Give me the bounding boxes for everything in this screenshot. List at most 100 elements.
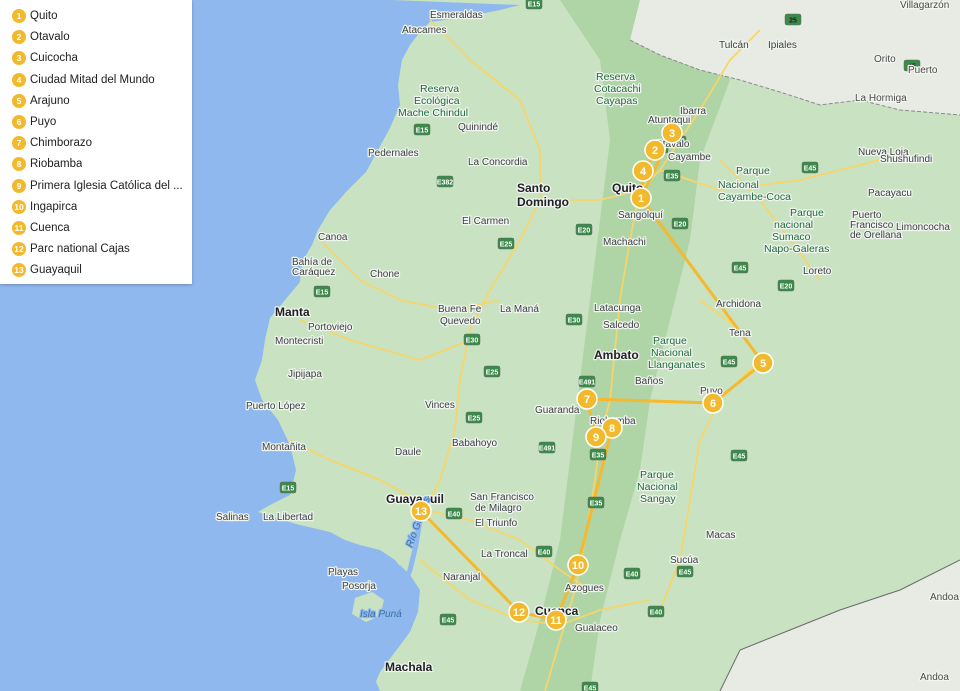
highway-shield-label: E491 <box>579 380 595 387</box>
highway-shield-label: E25 <box>486 370 499 377</box>
legend-item[interactable]: 4 Ciudad Mitad del Mundo <box>12 70 184 90</box>
route-marker[interactable]: 2 <box>644 139 666 161</box>
legend-number-badge: 4 <box>12 72 26 87</box>
legend-number-badge: 7 <box>12 136 26 151</box>
highway-shield-label: E15 <box>316 290 329 297</box>
highway-shield-label: E45 <box>679 570 692 577</box>
park-label: Cayapas <box>596 95 637 107</box>
city-label: Latacunga <box>594 303 641 314</box>
legend-item-label: Arajuno <box>30 94 70 107</box>
legend-item-label: Parc national Cajas <box>30 243 130 256</box>
route-marker[interactable]: 4 <box>632 160 654 182</box>
city-label: de Milagro <box>475 503 522 514</box>
legend-item[interactable]: 6 Puyo <box>12 112 184 132</box>
city-label: Ibarra <box>680 106 707 117</box>
legend-item[interactable]: 13 Guayaquil <box>12 260 184 280</box>
route-marker-number: 3 <box>669 128 675 140</box>
city-label: El Triunfo <box>475 518 518 529</box>
legend-item-label: Primera Iglesia Católica del ... <box>30 179 183 192</box>
neighbor-town-label: Orito <box>874 54 896 65</box>
highway-shield: E491 <box>538 441 555 454</box>
route-marker[interactable]: 9 <box>585 426 607 448</box>
highway-shield-label: E25 <box>500 242 513 249</box>
highway-shield-label: E45 <box>804 166 817 173</box>
legend-item[interactable]: 10 Ingapirca <box>12 197 184 217</box>
park-label: Nacional <box>718 179 759 191</box>
legend-number-badge: 6 <box>12 115 26 129</box>
highway-shield: E20 <box>671 217 689 230</box>
highway-shield: E25 <box>497 237 515 250</box>
park-label: Nacional <box>651 347 692 359</box>
city-label: Domingo <box>517 195 569 209</box>
highway-shield-label: E35 <box>592 453 605 460</box>
route-marker[interactable]: 6 <box>702 392 724 414</box>
city-label: La Libertad <box>263 512 313 523</box>
water-label: Isla Puná <box>360 609 402 620</box>
legend-item[interactable]: 12 Parc national Cajas <box>12 239 184 259</box>
route-marker-number: 9 <box>593 432 599 444</box>
route-marker[interactable]: 13 <box>410 500 432 522</box>
city-label: Sangolquí <box>618 210 663 221</box>
park-label: nacional <box>774 219 813 231</box>
legend-panel: 1 Quito 2 Otavalo 3 Cuicocha 4 Ciudad Mitad del… <box>0 0 192 284</box>
highway-shield-label: E40 <box>650 610 663 617</box>
legend-number-badge: 2 <box>12 30 26 45</box>
highway-shield-label: E45 <box>584 686 597 691</box>
legend-item-label: Otavalo <box>30 31 70 44</box>
city-label: Baños <box>635 376 663 387</box>
legend-item[interactable]: 5 Arajuno <box>12 91 184 111</box>
city-label: Atacames <box>402 25 446 36</box>
route-marker[interactable]: 3 <box>661 122 683 144</box>
city-label: La Concordia <box>468 157 528 168</box>
route-marker-number: 6 <box>710 398 716 410</box>
highway-shield-label: E15 <box>528 2 541 9</box>
highway-shield-label: E45 <box>442 618 455 625</box>
city-label: Buena Fe <box>438 304 482 315</box>
city-label: El Carmen <box>462 216 509 227</box>
highway-shield: E15 <box>413 123 431 136</box>
city-label: Salcedo <box>603 320 640 331</box>
city-label: Macas <box>706 530 735 541</box>
legend-item[interactable]: 9 Primera Iglesia Católica del ... <box>12 176 184 196</box>
legend-number-badge: 12 <box>12 242 26 257</box>
route-marker[interactable]: 10 <box>567 554 589 576</box>
route-marker-number: 7 <box>584 394 590 406</box>
route-marker[interactable]: 11 <box>545 609 567 631</box>
city-label: Quinindé <box>458 122 498 133</box>
route-marker[interactable]: 5 <box>752 352 774 374</box>
legend-item[interactable]: 1 Quito <box>12 6 184 26</box>
city-label: Cayambe <box>668 152 711 163</box>
highway-shield-label: E20 <box>674 222 687 229</box>
highway-shield: E30 <box>463 333 481 346</box>
city-label: de Orellana <box>850 230 902 241</box>
legend-item[interactable]: 8 Riobamba <box>12 154 184 174</box>
park-label: Cotacachi <box>594 83 641 95</box>
highway-shield: 25 <box>784 13 802 26</box>
highway-shield: E30 <box>565 313 583 326</box>
legend-item[interactable]: 11 Cuenca <box>12 218 184 238</box>
highway-shield-label: E45 <box>723 360 736 367</box>
route-marker[interactable]: 12 <box>508 601 530 623</box>
city-label: Machachi <box>603 237 646 248</box>
highway-shield: E35 <box>589 448 607 461</box>
city-label: Puerto López <box>246 401 306 412</box>
legend-number-badge: 13 <box>12 263 26 278</box>
highway-shield: E45 <box>720 355 738 368</box>
highway-shield-label: E382 <box>437 180 453 187</box>
park-label: Sumaco <box>772 231 811 243</box>
legend-item[interactable]: 7 Chimborazo <box>12 133 184 153</box>
highway-shield: E45 <box>439 613 457 626</box>
legend-number-badge: 9 <box>12 178 26 193</box>
highway-shield-label: E40 <box>626 572 639 579</box>
highway-shield-label: E40 <box>538 550 551 557</box>
route-marker[interactable]: 1 <box>630 187 652 209</box>
legend-item[interactable]: 3 Cuicocha <box>12 48 184 68</box>
neighbor-town-label: Villagarzón <box>900 0 949 11</box>
highway-shield: E40 <box>647 605 665 618</box>
city-label: Shushufindi <box>880 154 932 165</box>
legend-item[interactable]: 2 Otavalo <box>12 27 184 47</box>
city-label: Archidona <box>716 299 761 310</box>
park-label: Reserva <box>420 83 459 95</box>
route-marker[interactable]: 7 <box>576 388 598 410</box>
legend-number-badge: 10 <box>12 199 26 214</box>
